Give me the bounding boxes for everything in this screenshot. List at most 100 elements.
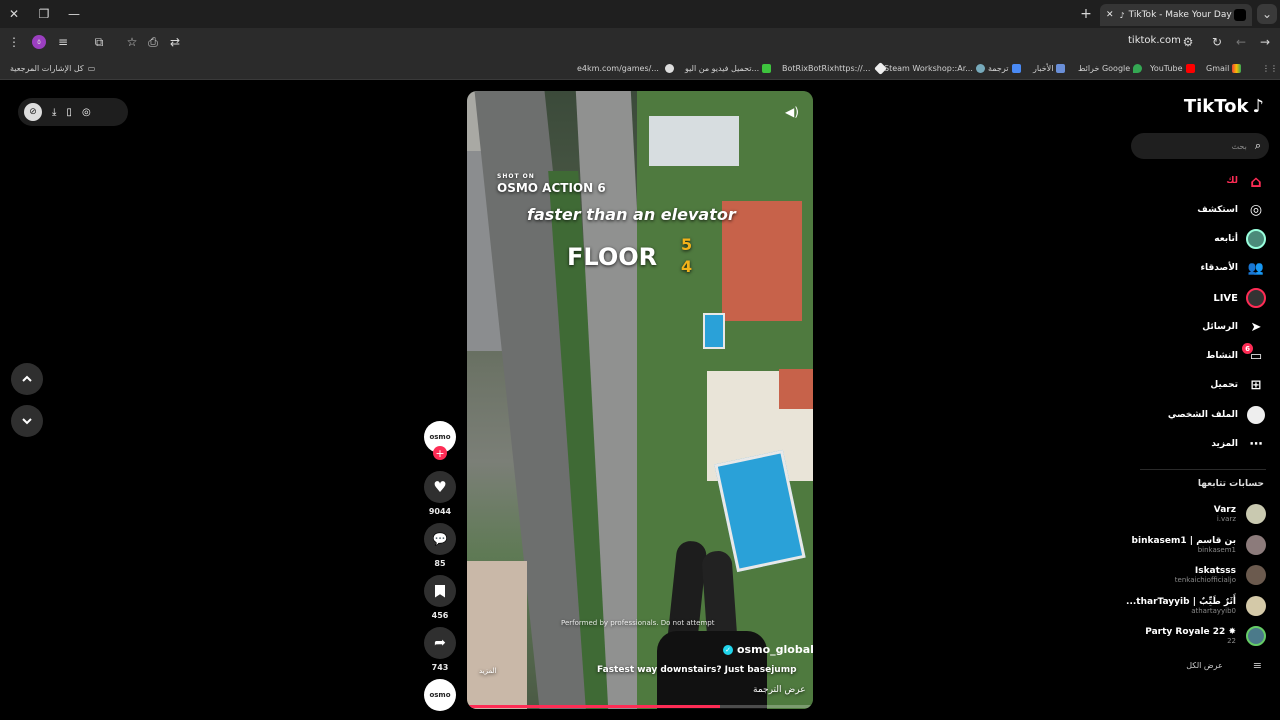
nav-live[interactable]: LIVE [1213, 286, 1266, 310]
progress-track[interactable] [467, 705, 813, 708]
comment-button[interactable]: 💬 [424, 523, 456, 555]
more-icon: ⋯ [1249, 436, 1263, 452]
forward-icon[interactable]: ← [1231, 32, 1251, 52]
video-player[interactable]: SHOT ON OSMO ACTION 6 faster than an ele… [467, 91, 813, 709]
menu-kebab-icon[interactable]: ⋮ [4, 32, 24, 52]
download-icon[interactable]: ⤓ [52, 107, 56, 118]
like-button[interactable]: ♥ [424, 471, 456, 503]
nav-upload[interactable]: تحميل ⊞ [1210, 373, 1266, 397]
mute-icon[interactable]: ◀) [785, 105, 799, 119]
white-building [649, 116, 739, 166]
profile-icon [1246, 405, 1266, 425]
bookmark-icon [435, 584, 445, 598]
account-avatar [1246, 535, 1266, 555]
tiktok-note-icon: ♪ [1252, 96, 1265, 117]
download-icon [762, 63, 772, 73]
steam-icon [975, 63, 985, 73]
bookmark-star-icon[interactable]: ☆ [122, 32, 142, 52]
author-row[interactable]: ✓ osmo_global [723, 643, 813, 656]
bookmark-translate[interactable]: ترجمة [988, 61, 1021, 75]
account-avatar [1246, 504, 1266, 524]
nav-more[interactable]: المزيد ⋯ [1211, 432, 1266, 456]
share-button[interactable]: ➦ [424, 627, 456, 659]
bookmark-e4km[interactable]: e4km.com/games/... [577, 61, 674, 75]
bookmarks-bar: كل الإشارات المرجعية ▭ e4km.com/games/..… [0, 56, 1280, 80]
nav-friends[interactable]: الأصدقاء 👥 [1200, 256, 1266, 280]
translate-link[interactable]: عرض الترجمة [753, 685, 806, 695]
nav-for-you[interactable]: لك ⌂ [1226, 169, 1266, 193]
new-tab-icon[interactable]: + [1076, 4, 1096, 24]
activity-icon: ▭ 6 [1242, 343, 1266, 366]
previous-video-button[interactable] [11, 363, 43, 395]
more-link[interactable]: المزيد [479, 667, 497, 675]
nav-explore[interactable]: استكشف ◎ [1197, 198, 1266, 222]
extensions-icon[interactable]: ⧉ [89, 32, 109, 52]
minimize-window-icon[interactable]: — [64, 4, 84, 24]
translate-icon[interactable]: ⇄ [165, 32, 185, 52]
profile-avatar[interactable]: ٥ [29, 32, 49, 52]
activity-badge: 6 [1242, 343, 1253, 354]
share-arrow-icon: ➦ [434, 635, 446, 651]
tiktok-favicon-icon: ♪ [1119, 10, 1125, 20]
tab-tiktok[interactable]: ✕ ♪ TikTok - Make Your Day [1100, 4, 1252, 26]
following-account[interactable]: Iskatsss tenkaichiofficialjo [1175, 562, 1266, 588]
next-video-button[interactable] [11, 405, 43, 437]
sound-disc[interactable]: osmo [424, 679, 456, 711]
sidebar-divider [1140, 469, 1266, 470]
following-account[interactable]: Party Royale 22 ✸ 22 [1145, 623, 1266, 649]
save-button[interactable] [424, 575, 456, 607]
following-account[interactable]: binkasem1 | بن قاسم binkasem1 [1132, 532, 1266, 558]
nav-messages[interactable]: الرسائل ➤ [1202, 315, 1266, 339]
compass-small-icon[interactable]: ◎ [82, 107, 91, 118]
search-bar[interactable]: بحث ⌕ [1131, 133, 1269, 159]
bookmark-news[interactable]: الأخبار [1033, 61, 1066, 75]
following-account[interactable]: ...tharTayyib | أَثَرٌ طَيِّبٌ athartayyi… [1126, 593, 1266, 619]
bookmark-botrix[interactable]: BotRixBotRixhttps://... [782, 61, 888, 75]
extension-logo-icon[interactable]: ⊘ [24, 103, 42, 121]
disclaimer-text: Performed by professionals. Do not attem… [561, 619, 715, 627]
heart-icon: ♥ [433, 478, 447, 496]
news-icon [1056, 63, 1066, 73]
reload-icon[interactable]: ↻ [1207, 32, 1227, 52]
follow-plus-icon[interactable]: + [433, 446, 447, 460]
tiktok-logo[interactable]: TikTok ♪ [1184, 96, 1264, 117]
bookmarks-overflow-icon[interactable]: ⋮⋮ [1262, 61, 1278, 75]
address-bar-url[interactable]: tiktok.com [1128, 35, 1181, 46]
avatar-following-icon [1246, 229, 1266, 249]
share-count: 743 [431, 663, 449, 672]
floor-label: FLOOR [567, 243, 658, 271]
reading-list-icon[interactable]: ≡ [53, 32, 73, 52]
small-pool [703, 313, 725, 349]
floor-number-lower: 4 [681, 257, 693, 276]
following-account[interactable]: Varz i.varz [1214, 501, 1266, 527]
bookmark-youtube[interactable]: YouTube [1150, 61, 1195, 75]
tab-search-icon[interactable]: ⌄ [1257, 4, 1277, 24]
red-roof [779, 369, 813, 409]
nav-profile[interactable]: الملف الشخصي [1168, 403, 1266, 427]
bookmark-gmail[interactable]: Gmail [1206, 61, 1242, 75]
following-section-title: حسابات تتابعها [1197, 479, 1264, 489]
tab-close-icon[interactable]: ✕ [1106, 10, 1114, 20]
bookmark-maps[interactable]: خرائط Google [1078, 61, 1143, 75]
bookmark-steam[interactable]: Steam Workshop::Ar... [884, 61, 985, 75]
verified-icon: ✓ [723, 644, 733, 655]
site-settings-icon[interactable]: ⚙ [1178, 32, 1198, 52]
all-bookmarks[interactable]: كل الإشارات المرجعية ▭ [10, 61, 95, 75]
account-avatar [1246, 596, 1266, 616]
back-icon[interactable]: → [1255, 32, 1275, 52]
restore-window-icon[interactable]: ❐ [34, 4, 54, 24]
bookmark-video-downloader[interactable]: تحميل فيديو من اليو... [685, 61, 772, 75]
browser-tab-bar: ✕ ❐ — + ✕ ♪ TikTok - Make Your Day ⌄ [0, 0, 1280, 28]
mobile-icon[interactable]: ▯ [66, 107, 72, 118]
nav-following[interactable]: أتابعه [1214, 227, 1266, 251]
youtube-icon [1185, 63, 1195, 73]
translate-bookmark-icon [1011, 63, 1021, 73]
search-icon[interactable]: ⌕ [1255, 139, 1261, 153]
nav-activity[interactable]: النشاط ▭ 6 [1206, 343, 1266, 368]
search-placeholder[interactable]: بحث [1232, 142, 1247, 151]
show-all-following[interactable]: عرض الكل ≡ [1186, 659, 1262, 672]
author-name[interactable]: osmo_global [737, 643, 813, 656]
close-window-icon[interactable]: ✕ [4, 4, 24, 24]
floor-number-upper: 5 [681, 235, 693, 254]
screenshot-icon[interactable]: ⎙ [143, 32, 163, 52]
